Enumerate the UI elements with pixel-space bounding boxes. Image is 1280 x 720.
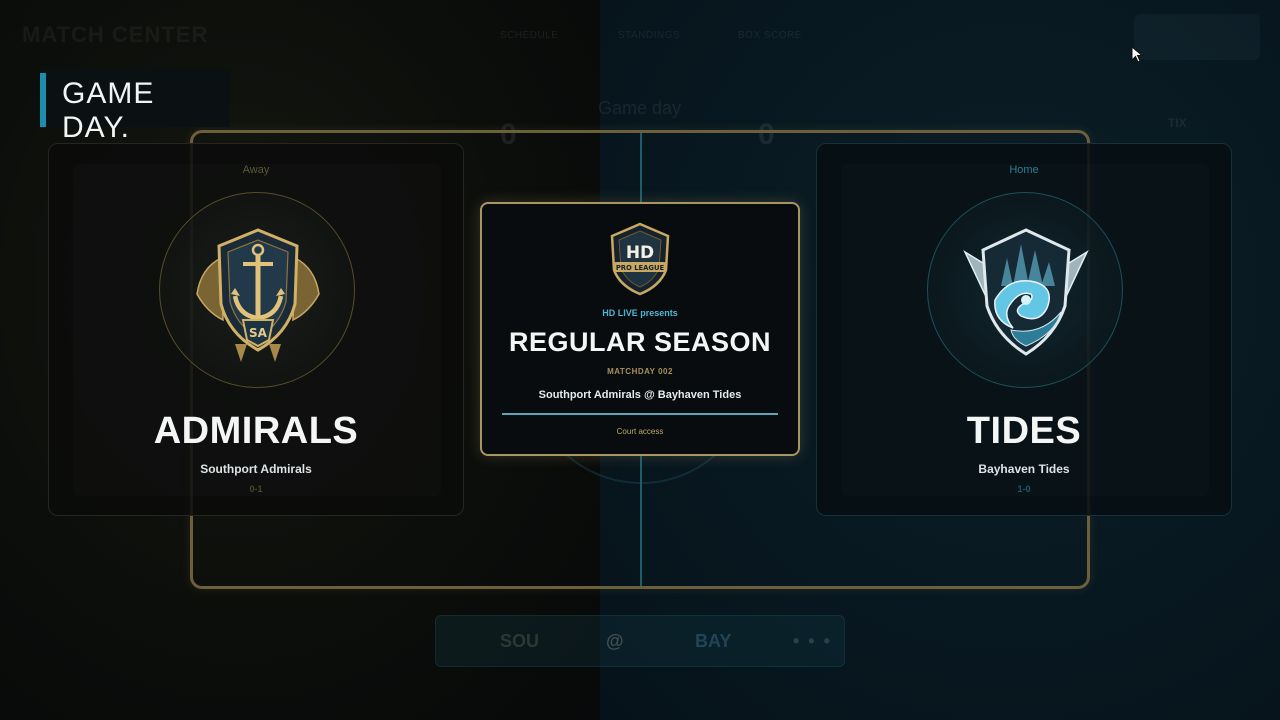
matchup-divider (502, 413, 778, 415)
away-crest-initials: SA (249, 326, 268, 340)
bottom-away-abbr: SOU (500, 631, 540, 651)
page-title: GAME DAY. (62, 77, 155, 144)
home-team-name: TIDES (966, 410, 1082, 452)
home-team-full-name: Bayhaven Tides (978, 462, 1070, 476)
matchup-text: Southport Admirals @ Bayhaven Tides (538, 389, 742, 401)
background-nav-schedule: SCHEDULE (500, 30, 559, 41)
anchor-shield-crest-icon: SA (196, 228, 320, 362)
background-nav-boxscore: BOX SCORE (738, 30, 802, 41)
league-logo: HD PRO LEAGUE (608, 222, 672, 301)
away-team-full-name: Southport Admirals (200, 462, 312, 476)
home-team-card[interactable]: Home TIDES Bayhaven Tides 1-0 (816, 143, 1232, 516)
title-accent-bar (40, 73, 46, 127)
away-team-name: ADMIRALS (153, 410, 359, 452)
home-crest-ring (927, 192, 1123, 388)
away-crest-ring: SA (159, 192, 355, 388)
home-team-record: 1-0 (1017, 484, 1031, 494)
league-logo-subtext: PRO LEAGUE (616, 264, 665, 272)
league-logo-text: HD (626, 243, 654, 263)
bottom-matchup-bar[interactable]: SOU @ BAY • • • (435, 615, 845, 667)
mouse-cursor-icon (1131, 45, 1144, 69)
matchday-label: MATCHDAY 002 (607, 367, 673, 376)
more-options-icon[interactable]: • • • (793, 631, 832, 652)
bottom-home-abbr: BAY (695, 631, 732, 651)
hd-pro-league-logo-icon: HD PRO LEAGUE (610, 222, 670, 296)
season-title: REGULAR SEASON (508, 327, 772, 357)
background-title: MATCH CENTER (22, 22, 209, 47)
background-button (1134, 14, 1260, 60)
bottom-at-symbol: @ (606, 631, 624, 651)
background-nav-standings: STANDINGS (618, 30, 681, 41)
background-topbar: MATCH CENTER SCHEDULE STANDINGS BOX SCOR… (0, 0, 1280, 72)
matchup-card[interactable]: HD PRO LEAGUE HD LIVE presents REGULAR S… (480, 202, 800, 456)
away-side-label: Away (242, 164, 270, 176)
page-title-badge: GAME DAY. (40, 69, 230, 144)
presenter-line: HD LIVE presents (602, 308, 678, 318)
background-ticket-label: TIX (1168, 116, 1187, 130)
wave-shield-crest-icon (963, 228, 1089, 356)
background-game-day: Game day (598, 98, 682, 118)
away-team-card[interactable]: Away SA ADMIRALS Southport Admirals 0-1 (48, 143, 464, 516)
court-access-link[interactable]: Court access (482, 427, 798, 436)
home-side-label: Home (1009, 164, 1039, 176)
away-team-record: 0-1 (249, 484, 263, 494)
